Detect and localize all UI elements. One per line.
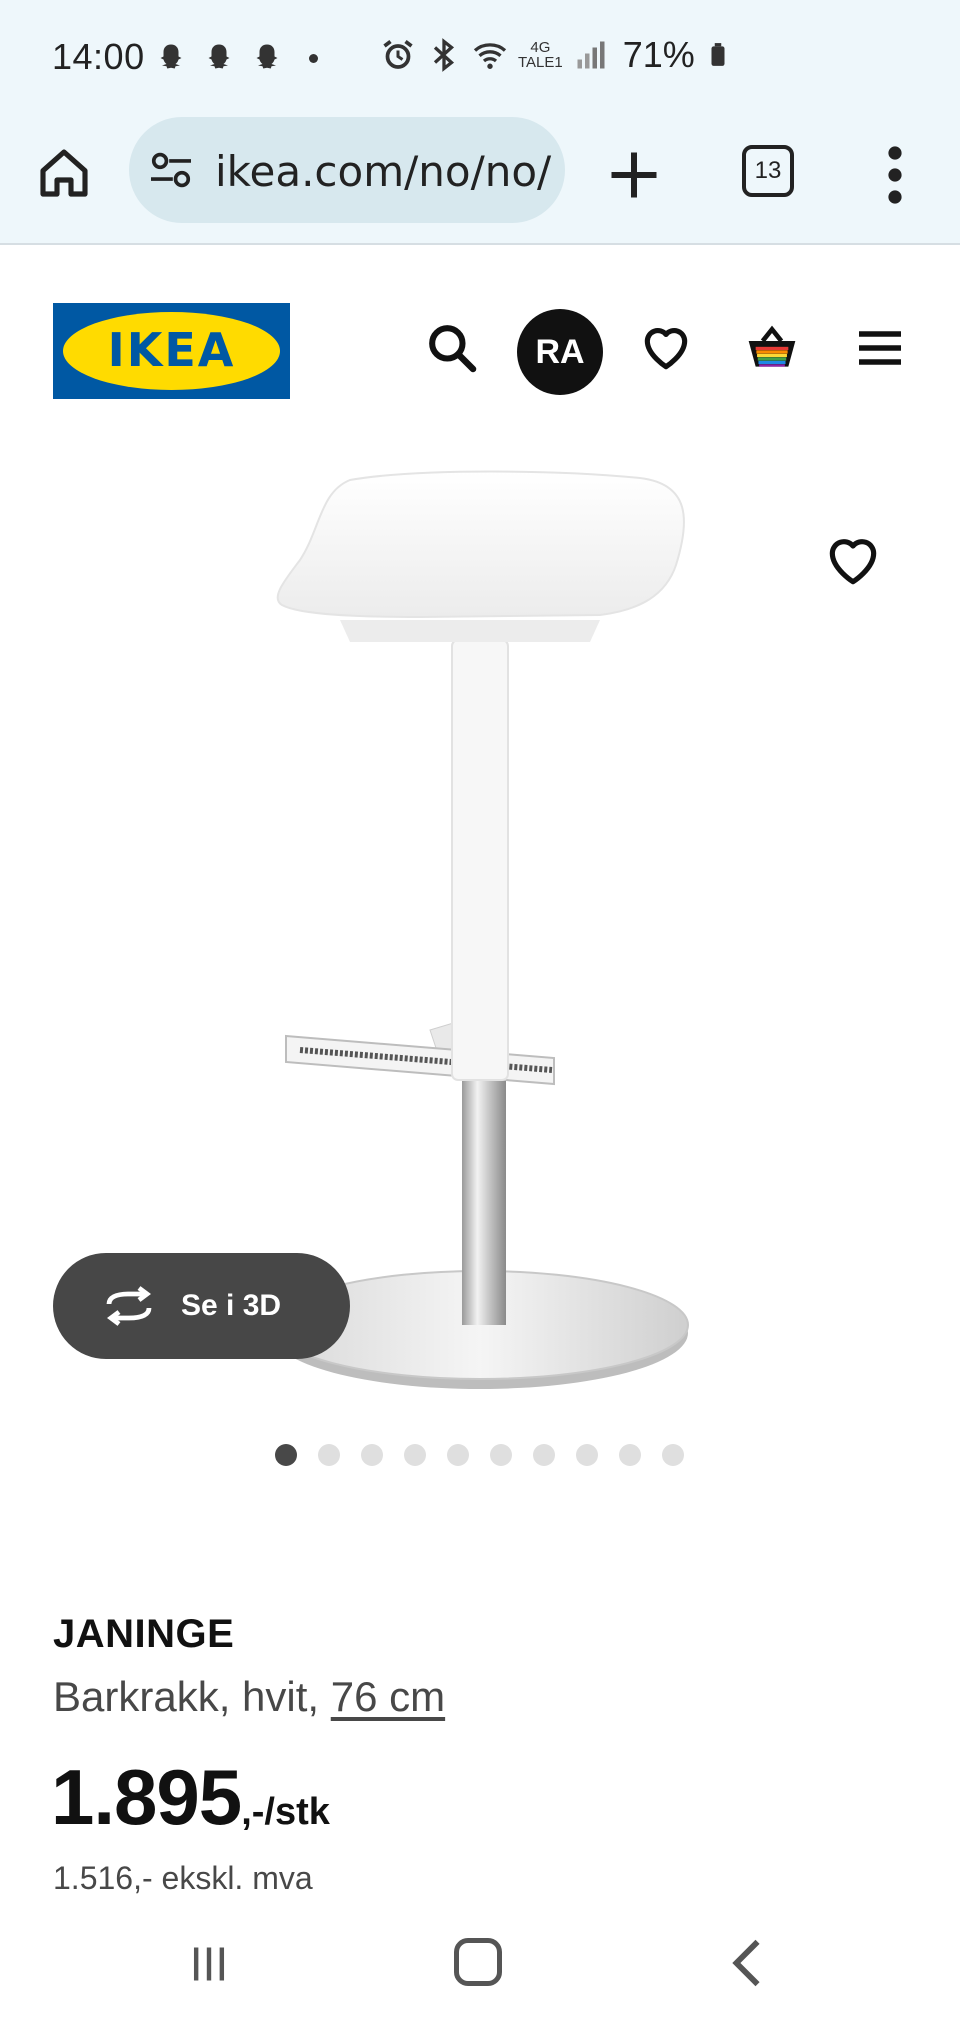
snapchat-icon bbox=[256, 44, 278, 69]
status-bar: 14:00 4G TALE1 71% bbox=[0, 0, 960, 115]
wishlist-heart-icon[interactable] bbox=[822, 530, 884, 592]
network-type-bottom: TALE1 bbox=[518, 54, 563, 71]
system-icons: 4G TALE1 71% bbox=[380, 34, 731, 76]
site-settings-icon[interactable] bbox=[149, 150, 193, 190]
search-icon[interactable] bbox=[424, 320, 480, 376]
snapchat-icon bbox=[208, 44, 230, 69]
price-unit: ,-/stk bbox=[241, 1791, 330, 1833]
view-in-3d-label: Se i 3D bbox=[181, 1289, 282, 1322]
home-icon[interactable] bbox=[36, 145, 92, 201]
product-size-link[interactable]: 76 cm bbox=[331, 1673, 445, 1720]
battery-icon bbox=[711, 43, 725, 66]
alarm-icon bbox=[383, 40, 413, 69]
carousel-dot[interactable] bbox=[619, 1444, 641, 1466]
logo-text: IKEA bbox=[107, 323, 236, 377]
url-text[interactable]: ikea.com/no/no/p bbox=[215, 147, 555, 196]
product-description: Barkrakk, hvit, 76 cm bbox=[53, 1673, 445, 1721]
more-vert-icon[interactable] bbox=[880, 145, 910, 205]
notification-icons bbox=[153, 40, 318, 76]
battery-percent: 71% bbox=[622, 34, 695, 75]
avatar[interactable]: RA bbox=[517, 309, 603, 395]
status-time: 14:00 bbox=[52, 36, 145, 77]
price-amount: 1.895 bbox=[51, 1753, 242, 1841]
bluetooth-icon bbox=[433, 38, 455, 72]
carousel-dot[interactable] bbox=[447, 1444, 469, 1466]
more-notifications-dot bbox=[309, 53, 318, 63]
plus-icon[interactable] bbox=[604, 145, 664, 205]
carousel-dot[interactable] bbox=[662, 1444, 684, 1466]
heart-icon[interactable] bbox=[638, 320, 694, 376]
back-icon[interactable] bbox=[728, 1938, 764, 1988]
carousel-dot[interactable] bbox=[576, 1444, 598, 1466]
network-type-top: 4G bbox=[530, 39, 551, 56]
shopping-bag-icon[interactable] bbox=[744, 320, 800, 376]
carousel-dot[interactable] bbox=[490, 1444, 512, 1466]
address-bar[interactable]: ikea.com/no/no/p bbox=[129, 117, 565, 223]
system-navigation-bar bbox=[0, 1912, 960, 2027]
price-excluding-vat: 1.516,- ekskl. mva bbox=[53, 1860, 313, 1896]
snapchat-icon bbox=[160, 44, 182, 69]
rotate-3d-icon bbox=[106, 1286, 152, 1326]
view-in-3d-button[interactable]: Se i 3D bbox=[53, 1253, 350, 1359]
network-type: 4G TALE1 bbox=[518, 40, 563, 70]
carousel-dot[interactable] bbox=[361, 1444, 383, 1466]
product-price: 1.895 ,-/stk bbox=[51, 1752, 330, 1843]
ikea-logo[interactable]: IKEA bbox=[53, 303, 290, 399]
browser-toolbar: ikea.com/no/no/p 13 bbox=[0, 115, 960, 245]
carousel-dot[interactable] bbox=[533, 1444, 555, 1466]
tab-switcher-button[interactable]: 13 bbox=[742, 145, 794, 197]
carousel-dots bbox=[275, 1444, 684, 1466]
product-type: Barkrakk, hvit, bbox=[53, 1673, 331, 1720]
carousel-dot[interactable] bbox=[275, 1444, 297, 1466]
recent-apps-icon[interactable] bbox=[187, 1942, 231, 1986]
hamburger-menu-icon[interactable] bbox=[852, 320, 908, 376]
wifi-icon bbox=[473, 43, 507, 69]
product-name: JANINGE bbox=[53, 1612, 235, 1656]
signal-icon bbox=[577, 41, 605, 69]
carousel-dot[interactable] bbox=[318, 1444, 340, 1466]
carousel-dot[interactable] bbox=[404, 1444, 426, 1466]
home-button-icon[interactable] bbox=[454, 1938, 502, 1986]
